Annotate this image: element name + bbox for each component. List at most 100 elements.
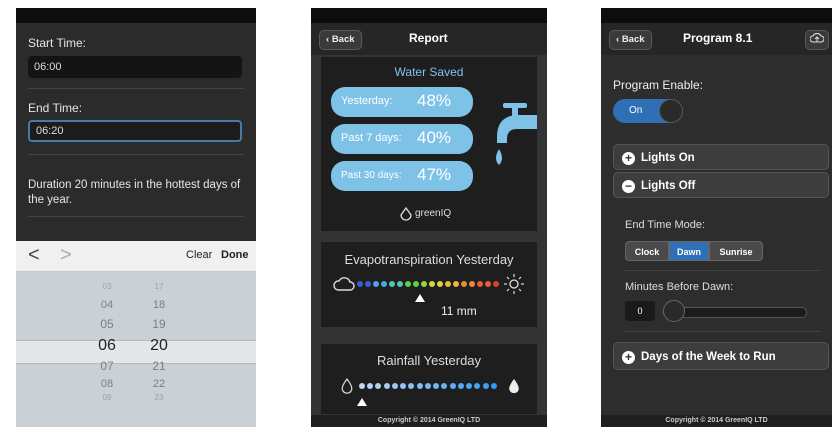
scale-dot [433,383,440,389]
scale-dot [359,383,365,389]
page-title: Program 8.1 [683,31,753,45]
scale-dot [453,281,459,287]
cloud-upload-button[interactable] [805,30,829,50]
evapotranspiration-marker [415,294,426,302]
status-bar [311,8,547,23]
scale-dot [482,383,489,389]
picker-option[interactable]: 03 [92,282,122,291]
back-button[interactable]: ‹ Back [319,30,362,50]
start-time-field[interactable]: 06:00 [28,56,242,78]
pill-label: Yesterday: [341,95,393,107]
water-tap-icon [496,103,537,165]
page-title: Report [409,31,448,45]
section-label: Lights Off [641,180,696,192]
clear-button[interactable]: Clear [186,249,212,261]
picker-option[interactable]: 07 [92,359,122,373]
divider [625,270,820,271]
next-arrow-icon[interactable]: > [60,244,72,267]
picker-option[interactable]: 04 [92,299,122,311]
phone-screen-program: ‹ Back Program 8.1 Program Enable: On + L… [601,8,832,427]
lights-on-section[interactable]: + Lights On [613,144,829,170]
previous-arrow-icon[interactable]: < [28,244,40,267]
water-saved-title: Water Saved [394,65,464,79]
picker-toolbar: < > Clear Done [16,241,256,272]
phone-screen-report: ‹ Back Report Water Saved Yesterday: 48%… [311,8,547,427]
section-label: Days of the Week to Run [641,351,776,363]
lights-off-section[interactable]: − Lights Off [613,172,829,198]
picker-option[interactable]: 05 [92,317,122,331]
scale-dot [400,383,407,389]
minutes-before-dawn-label: Minutes Before Dawn: [625,281,734,293]
end-time-field[interactable]: 06:20 [28,120,242,142]
copyright-footer: Copyright © 2014 GreenIQ LTD [601,415,832,427]
full-drop-icon [509,379,519,394]
back-button[interactable]: ‹ Back [609,30,652,50]
minutes-slider-knob[interactable] [663,300,685,322]
scale-dot [391,383,398,389]
picker-option[interactable]: 22 [144,378,174,390]
rainfall-title: Rainfall Yesterday [376,353,482,368]
scale-dot [421,281,427,287]
picker-option[interactable]: 08 [92,378,122,390]
scale-dot [389,281,395,287]
toggle-knob [659,99,683,123]
minus-icon: − [622,180,635,193]
mode-dawn-button[interactable]: Dawn [669,241,709,261]
scale-dot [485,281,491,287]
scale-dot [408,383,415,389]
done-button[interactable]: Done [221,249,249,261]
scale-dot [466,383,473,389]
divider [28,88,244,89]
sun-icon [504,274,524,294]
empty-drop-icon [341,378,353,394]
scale-dot [365,281,371,287]
mode-sunrise-button[interactable]: Sunrise [709,241,763,261]
minutes-value-field[interactable]: 0 [625,301,655,321]
nav-header: ‹ Back Program 8.1 [601,23,832,55]
end-time-label: End Time: [28,101,83,115]
scale-dot [474,383,481,389]
scale-dot [381,281,387,287]
divider [28,154,244,155]
picker-option[interactable]: 06 [92,337,122,355]
picker-option[interactable]: 09 [92,393,122,402]
scale-dot [424,383,431,389]
scale-dot [397,281,403,287]
end-time-mode-label: End Time Mode: [625,219,706,231]
pill-label: Past 30 days: [341,170,402,181]
program-enable-label: Program Enable: [613,78,704,92]
toggle-state: On [629,105,643,116]
picker-option[interactable]: 18 [144,299,174,311]
divider [28,216,244,217]
scale-dot [375,383,382,389]
mode-clock-button[interactable]: Clock [625,241,669,261]
scale-dot [493,281,499,287]
scale-dot [441,383,448,389]
scale-dot [477,281,483,287]
evapotranspiration-card: Evapotranspiration Yesterday 11 mm [321,242,537,327]
picker-selection-band [16,340,256,364]
rainfall-marker [357,398,367,406]
evapotranspiration-value: 11 mm [441,304,477,318]
picker-option[interactable]: 19 [144,317,174,331]
scale-dot [469,281,475,287]
picker-option[interactable]: 20 [144,337,174,355]
evapotranspiration-title: Evapotranspiration Yesterday [344,252,514,267]
picker-option[interactable]: 21 [144,359,174,373]
duration-text: Duration 20 minutes in the hottest days … [28,179,241,206]
scale-dot [373,281,379,287]
past-30-days-pill: Past 30 days: 47% [331,161,473,191]
phone-screen-time-settings: Start Time: 06:00 End Time: 06:20 Durati… [16,8,256,427]
days-of-week-section[interactable]: + Days of the Week to Run [613,342,829,370]
time-picker[interactable]: 03 04 05 06 07 08 09 17 18 19 20 21 22 23 [16,272,256,427]
picker-option[interactable]: 17 [144,282,174,291]
scale-dot [449,383,456,389]
pill-value: 48% [417,91,452,110]
picker-option[interactable]: 23 [144,393,174,402]
scale-dot [445,281,451,287]
plus-icon: + [622,152,635,165]
program-enable-toggle[interactable]: On [613,99,683,123]
scale-dot [357,281,363,287]
yesterday-pill: Yesterday: 48% [331,87,473,117]
brand-name: greenIQ [415,208,452,219]
